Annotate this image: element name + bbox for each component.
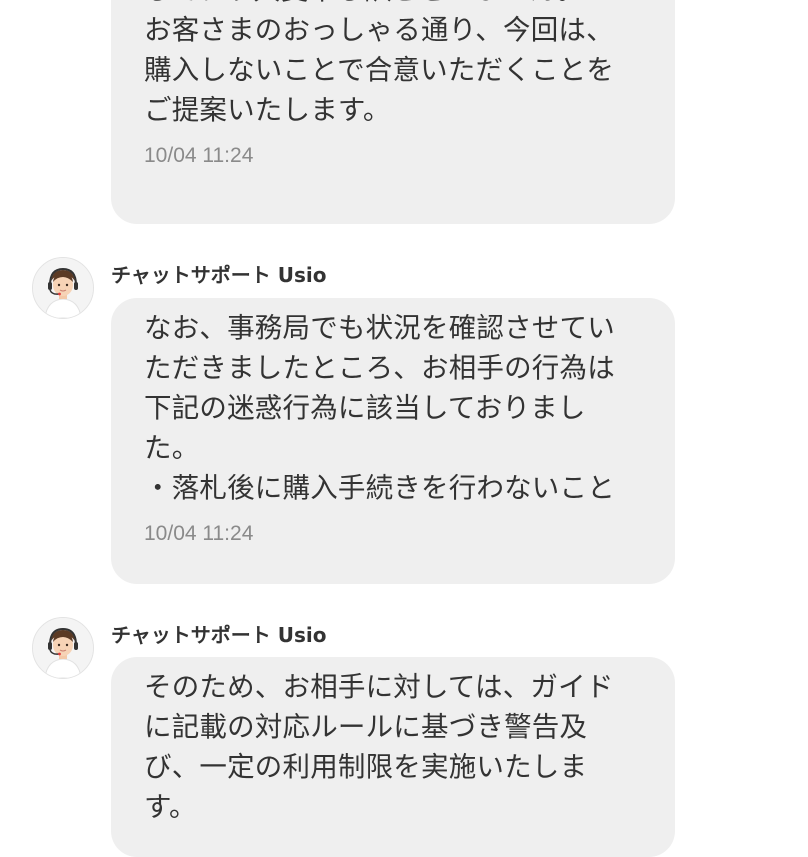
message-line: 下記の迷惑行為に該当しておりまし: [144, 392, 586, 424]
message-line: ・落札後に購入手続きを行わないこと: [144, 472, 615, 504]
message-line: す。: [144, 791, 197, 823]
message-line: び、一定の利用制限を実施いたしま: [144, 751, 588, 783]
message-line: お客さまのおっしゃる通り、今回は、: [144, 14, 614, 46]
sender-name: チャットサポート Usio: [111, 263, 327, 287]
message-bubble: そのため、お相手に対しては、ガイド に記載の対応ルールに基づき警告及 び、一定の…: [111, 657, 675, 857]
message-line: 購入しないことで合意いただくことを: [144, 54, 615, 86]
message-line: た。: [144, 432, 200, 464]
sender-name: チャットサポート Usio: [111, 623, 327, 647]
chat-thread[interactable]: しており大変申し訳ございません。 お客さまのおっしゃる通り、今回は、 購入しない…: [0, 0, 808, 857]
message-line: そのため、お相手に対しては、ガイド: [144, 671, 614, 703]
support-agent-avatar-icon[interactable]: [32, 617, 94, 679]
message-timestamp: 10/04 11:24: [144, 144, 254, 167]
message-bubble: なお、事務局でも状況を確認させてい ただきましたところ、お相手の行為は 下記の迷…: [111, 298, 675, 584]
support-agent-avatar-icon[interactable]: [32, 257, 94, 319]
message-bubble: しており大変申し訳ございません。 お客さまのおっしゃる通り、今回は、 購入しない…: [111, 0, 675, 224]
message-line: しており大変申し訳ございません。: [144, 0, 645, 10]
message-timestamp: 10/04 11:24: [144, 522, 254, 545]
message-line: ご提案いたします。: [144, 94, 391, 126]
message-line: に記載の対応ルールに基づき警告及: [144, 711, 588, 743]
message-line: なお、事務局でも状況を確認させてい: [144, 312, 615, 344]
message-line: ただきましたところ、お相手の行為は: [144, 352, 615, 384]
